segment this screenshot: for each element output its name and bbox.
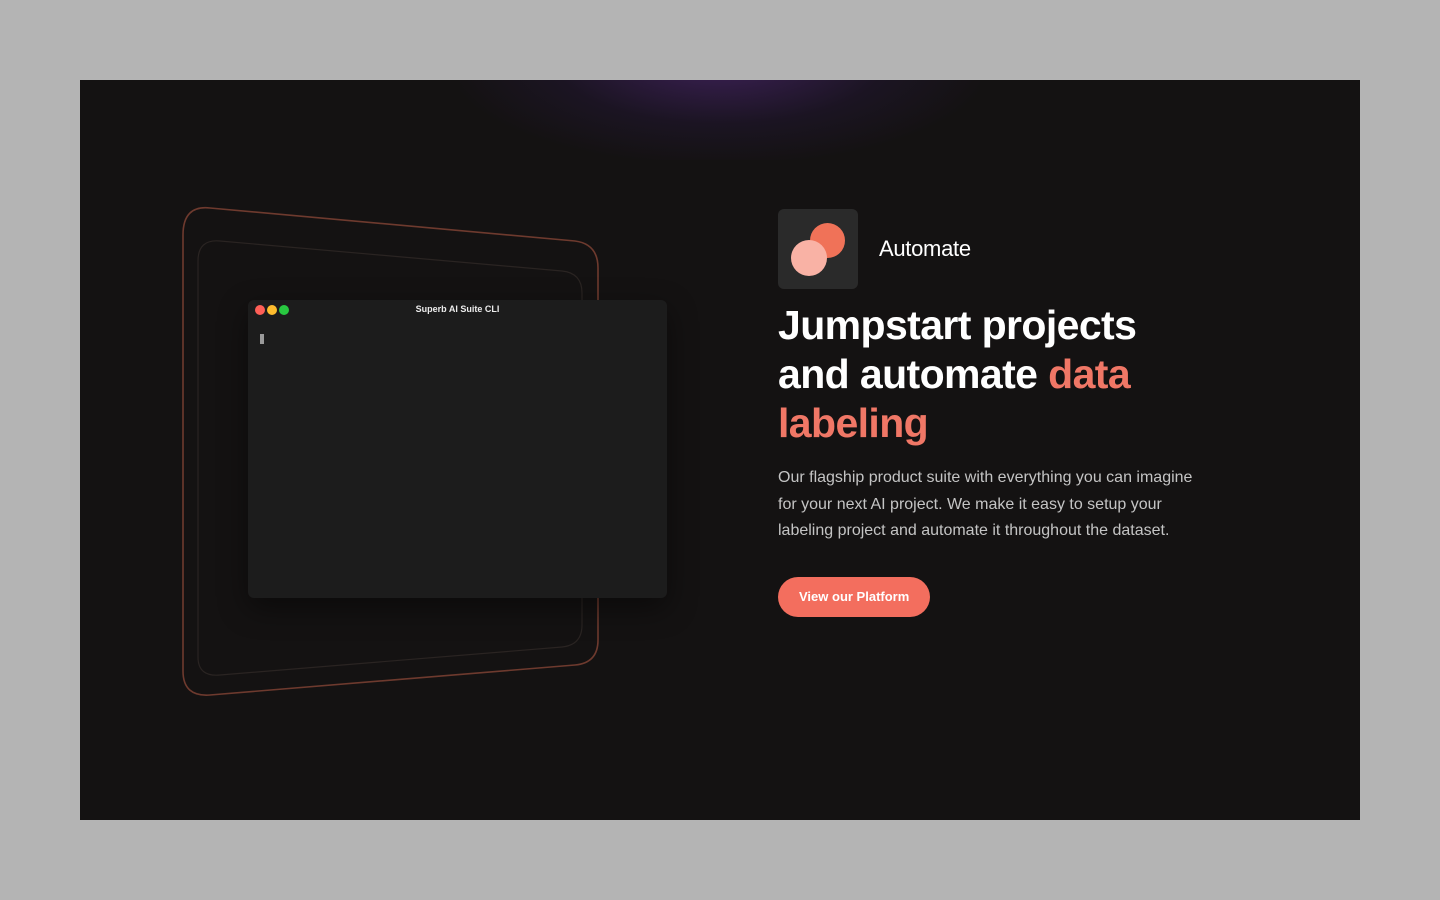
automate-icon bbox=[778, 208, 858, 289]
terminal-title: Superb AI Suite CLI bbox=[415, 304, 500, 314]
icon-circle-front bbox=[791, 239, 827, 276]
view-platform-button[interactable]: View our Platform bbox=[778, 577, 931, 618]
terminal-titlebar: Superb AI Suite CLI bbox=[248, 300, 667, 320]
purple-glow bbox=[460, 80, 980, 160]
badge-label: Automate bbox=[879, 235, 971, 261]
terminal-cursor bbox=[260, 334, 264, 344]
hero-section: Superb AI Suite CLI Automate Jumpstart p… bbox=[80, 80, 1360, 820]
feature-badge: Automate bbox=[778, 208, 1218, 289]
feature-description: Our flagship product suite with everythi… bbox=[778, 469, 1193, 540]
headline: Jumpstart projects and automate data lab… bbox=[778, 301, 1218, 448]
feature-content: Automate Jumpstart projects and automate… bbox=[778, 208, 1218, 618]
terminal-window: Superb AI Suite CLI bbox=[248, 300, 667, 598]
